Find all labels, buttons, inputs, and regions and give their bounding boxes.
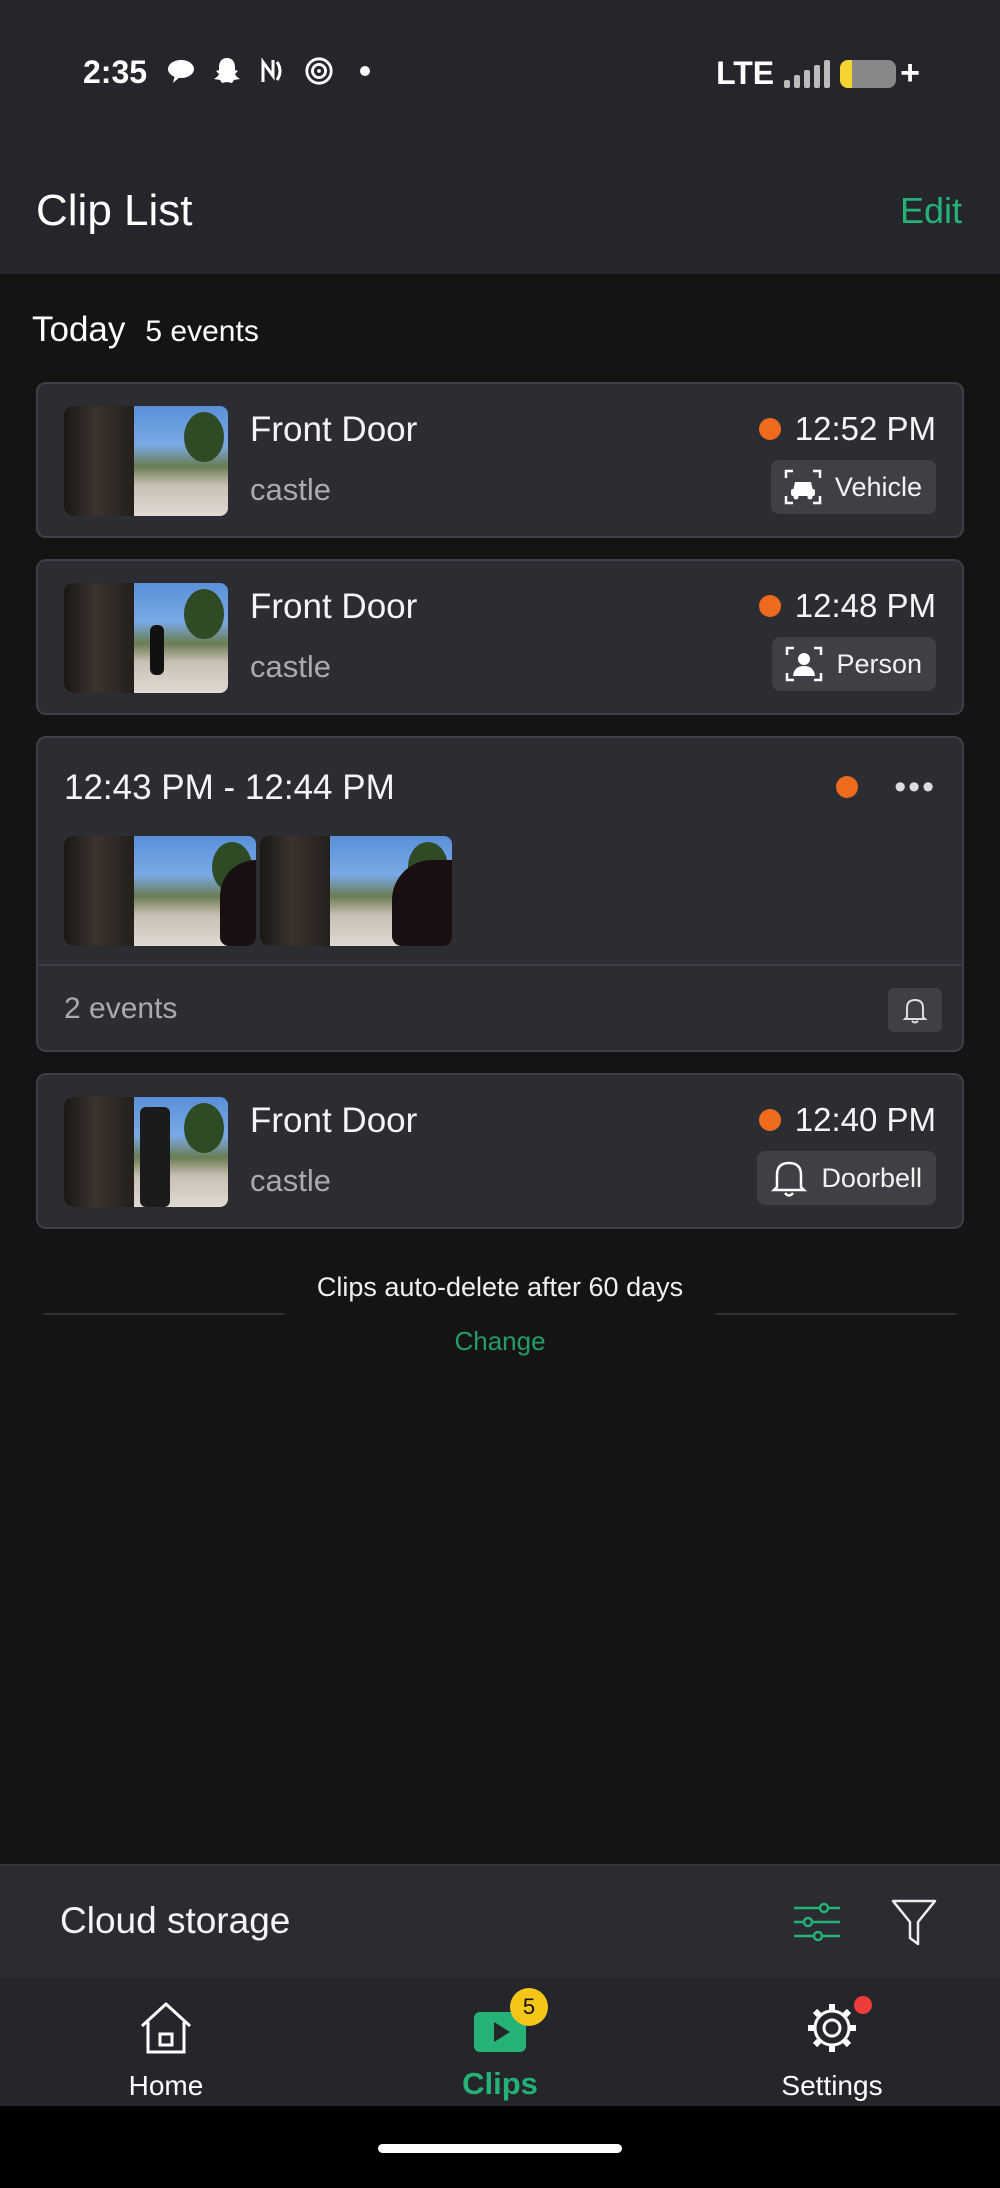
app-header: Clip List Edit <box>0 150 1000 274</box>
vehicle-detect-icon <box>783 467 823 507</box>
auto-delete-note: Clips auto-delete after 60 days <box>316 1272 684 1302</box>
clip-time: 12:48 PM <box>758 587 936 625</box>
section-event-count: 5 events <box>145 315 259 348</box>
unviewed-dot <box>758 1109 781 1131</box>
snapchat-icon <box>212 56 242 86</box>
clip-location: castle <box>250 472 331 507</box>
clip-thumbnail[interactable] <box>64 1097 228 1207</box>
clip-time-label: 12:48 PM <box>794 587 936 624</box>
nav-clips[interactable]: 5 Clips <box>390 1978 610 2106</box>
page-title: Clip List <box>36 186 193 235</box>
nfc-icon <box>258 56 288 86</box>
network-type: LTE <box>716 55 775 91</box>
clip-tag-label: Person <box>836 648 922 679</box>
camera-ring-icon <box>304 56 334 86</box>
filter-icon <box>891 1899 937 1946</box>
clip-thumbnail[interactable] <box>64 406 228 516</box>
clips-count-badge: 5 <box>510 1988 548 2026</box>
dot-icon <box>350 56 380 86</box>
cloud-storage-title: Cloud storage <box>60 1900 291 1941</box>
event-group-time-range: 12:43 PM - 12:44 PM <box>64 768 395 807</box>
section-header: Today 5 events <box>32 310 259 350</box>
clip-thumbnail[interactable] <box>64 836 256 946</box>
unviewed-dot <box>758 595 781 617</box>
bell-icon <box>769 1158 809 1198</box>
event-group-thumbnails <box>64 836 452 946</box>
clip-tag: Person <box>772 637 936 691</box>
section-day: Today <box>32 310 126 349</box>
clip-card[interactable]: Front Door castle 12:52 PM Vehicle <box>36 382 964 538</box>
bottom-nav: Home 5 Clips Settings <box>0 1978 1000 2106</box>
gear-icon <box>808 2004 856 2052</box>
status-time: 2:35 <box>83 54 148 90</box>
clip-camera-name: Front Door <box>250 410 418 449</box>
status-bar: 2:35 LTE + <box>0 0 1000 150</box>
event-group-card[interactable]: 12:43 PM - 12:44 PM ••• 2 events <box>36 736 964 1052</box>
status-right-group: LTE + <box>716 54 920 93</box>
clip-location: castle <box>250 649 331 684</box>
filter-button[interactable] <box>890 1896 938 1948</box>
unviewed-dot <box>758 418 781 440</box>
bell-icon <box>902 998 928 1024</box>
clip-card[interactable]: Front Door castle 12:40 PM Doorbell <box>36 1073 964 1229</box>
cloud-storage-bar: Cloud storage <box>0 1864 1000 1978</box>
change-retention-link[interactable]: Change <box>0 1326 1000 1357</box>
clip-time: 12:40 PM <box>758 1101 936 1139</box>
clip-tag-label: Doorbell <box>821 1162 922 1193</box>
nav-settings-label: Settings <box>781 2070 883 2101</box>
clip-tag: Vehicle <box>770 460 936 514</box>
signal-icon <box>784 59 831 88</box>
notification-dot <box>854 1996 872 2014</box>
system-gesture-area <box>0 2106 1000 2188</box>
nav-clips-label: Clips <box>462 2066 538 2101</box>
clip-location: castle <box>250 1163 331 1198</box>
battery-icon <box>840 59 897 88</box>
edit-button[interactable]: Edit <box>900 190 962 232</box>
home-gesture-bar[interactable] <box>378 2144 622 2153</box>
nav-home[interactable]: Home <box>56 1978 276 2106</box>
unviewed-dot <box>836 776 858 798</box>
chat-bubble-icon <box>166 56 196 86</box>
more-options-button[interactable]: ••• <box>894 768 936 807</box>
clip-card[interactable]: Front Door castle 12:48 PM Person <box>36 559 964 715</box>
clip-thumbnail[interactable] <box>260 836 452 946</box>
clip-tag: Doorbell <box>757 1151 936 1205</box>
clip-thumbnail[interactable] <box>64 583 228 693</box>
clip-time-label: 12:52 PM <box>794 410 936 447</box>
home-icon <box>140 2002 192 2054</box>
divider <box>38 964 962 966</box>
bell-button[interactable] <box>888 988 942 1032</box>
nav-settings[interactable]: Settings <box>722 1978 942 2106</box>
nav-home-label: Home <box>128 2070 204 2101</box>
clip-camera-name: Front Door <box>250 587 418 626</box>
clip-tag-label: Vehicle <box>834 471 922 502</box>
charging-icon: + <box>900 54 920 92</box>
divider <box>44 1313 284 1315</box>
clip-time: 12:52 PM <box>758 410 936 448</box>
divider <box>716 1313 956 1315</box>
event-group-count: 2 events <box>64 992 178 1025</box>
adjust-sliders-button[interactable] <box>792 1898 842 1946</box>
clip-camera-name: Front Door <box>250 1101 418 1140</box>
status-notification-icons <box>166 56 380 86</box>
person-detect-icon <box>784 644 824 684</box>
sliders-icon <box>794 1902 840 1942</box>
clip-time-label: 12:40 PM <box>794 1101 936 1138</box>
